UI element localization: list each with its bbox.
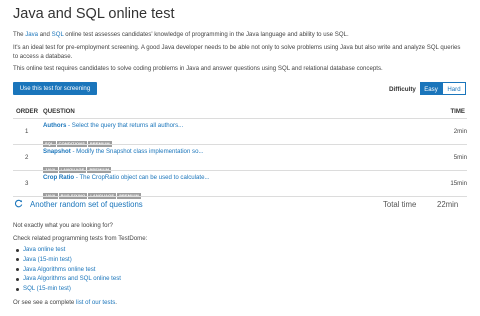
table-row: 2 Snapshot - Modify the Snapshot class i… (13, 145, 467, 173)
divider (13, 196, 467, 197)
another-random-set-link[interactable]: Another random set of questions (30, 200, 143, 209)
table-row: 3 Crop Ratio - The CropRatio object can … (13, 171, 467, 199)
related-test-link[interactable]: Java online test (13, 245, 121, 255)
intro-paragraph-2: It's an ideal test for pre-employment sc… (13, 44, 461, 60)
not-exactly-text: Not exactly what you are looking for? (13, 222, 113, 229)
sql-link[interactable]: SQL (52, 31, 64, 38)
table-header: ORDER QUESTION TIME (13, 106, 467, 116)
intro-paragraph-3: This online test requires candidates to … (13, 65, 383, 72)
related-tests-list: Java online test Java (15-min test) Java… (13, 245, 121, 294)
footer-text: Or see see a complete list of our tests. (13, 299, 117, 306)
column-question: QUESTION (43, 108, 75, 115)
question-link[interactable]: Crop Ratio - The CropRatio object can be… (43, 174, 210, 181)
column-time: TIME (450, 108, 465, 115)
check-related-text: Check related programming tests from Tes… (13, 235, 148, 242)
related-test-link[interactable]: SQL (15-min test) (13, 284, 121, 294)
row-order: 3 (25, 180, 29, 187)
difficulty-easy-button[interactable]: Easy (420, 82, 442, 95)
intro-paragraph-1: The Java and SQL online test assesses ca… (13, 31, 349, 38)
refresh-icon[interactable] (14, 199, 23, 208)
row-order: 1 (25, 128, 29, 135)
java-link[interactable]: Java (25, 31, 38, 38)
difficulty-label: Difficulty (389, 86, 416, 93)
related-test-link[interactable]: Java (15-min test) (13, 255, 121, 265)
list-of-tests-link[interactable]: list of our tests (76, 299, 115, 306)
total-time-label: Total time (383, 200, 417, 209)
related-test-link[interactable]: Java Algorithms online test (13, 265, 121, 275)
row-time: 5min (453, 154, 467, 161)
related-test-link[interactable]: Java Algorithms and SQL online test (13, 274, 121, 284)
column-order: ORDER (16, 108, 39, 115)
question-link[interactable]: Snapshot - Modify the Snapshot class imp… (43, 148, 204, 155)
table-row: 1 Authors - Select the query that return… (13, 119, 467, 147)
row-time: 15min (450, 180, 467, 187)
total-time-value: 22min (437, 200, 459, 209)
question-link[interactable]: Authors - Select the query that returns … (43, 122, 183, 129)
use-test-for-screening-button[interactable]: Use this test for screening (13, 82, 97, 95)
row-time: 2min (453, 128, 467, 135)
page-title: Java and SQL online test (13, 6, 175, 22)
difficulty-hard-button[interactable]: Hard (442, 82, 466, 95)
row-order: 2 (25, 154, 29, 161)
